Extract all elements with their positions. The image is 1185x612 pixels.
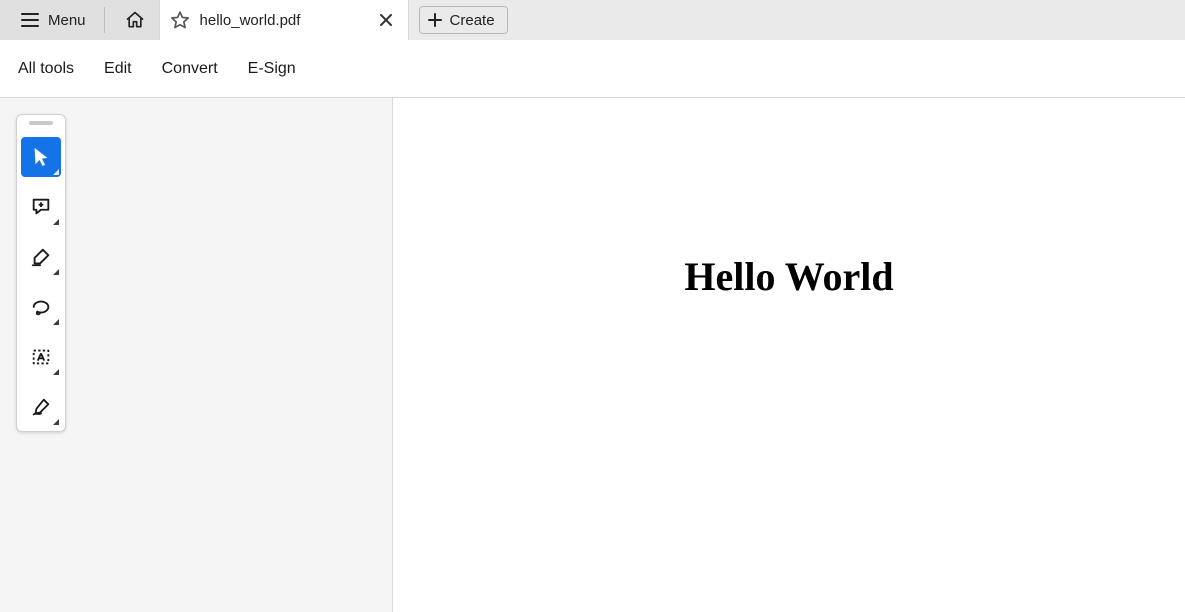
highlighter-icon [30, 246, 52, 268]
text-box-tool[interactable] [21, 337, 61, 377]
document-viewport[interactable]: Hello World [393, 98, 1185, 612]
create-button-wrap: Create [409, 0, 508, 40]
document-tab[interactable]: hello_world.pdf [159, 0, 409, 40]
divider [104, 7, 105, 33]
menu-section: Menu [0, 0, 159, 40]
highlight-tool[interactable] [21, 237, 61, 277]
signature-icon [30, 396, 52, 418]
hamburger-icon [20, 10, 40, 30]
expand-corner-icon [53, 419, 59, 425]
expand-corner-icon [53, 269, 59, 275]
lasso-icon [30, 296, 52, 318]
menu-esign[interactable]: E-Sign [248, 60, 296, 78]
create-button[interactable]: Create [419, 6, 508, 34]
content-area: Hello World [0, 98, 1185, 612]
toolbox [16, 114, 66, 432]
comment-tool[interactable] [21, 187, 61, 227]
menu-button[interactable]: Menu [14, 6, 92, 34]
expand-corner-icon [53, 369, 59, 375]
side-panel [0, 98, 393, 612]
tab-close-button[interactable] [376, 10, 396, 30]
secondary-menubar: All tools Edit Convert E-Sign [0, 40, 1185, 98]
sign-tool[interactable] [21, 387, 61, 427]
plus-icon [428, 13, 442, 27]
expand-corner-icon [53, 319, 59, 325]
menu-label: Menu [48, 12, 86, 29]
title-bar: Menu hello_world.pdf Create [0, 0, 1185, 40]
comment-icon [30, 196, 52, 218]
menu-convert[interactable]: Convert [162, 60, 218, 78]
cursor-icon [30, 146, 52, 168]
draw-tool[interactable] [21, 287, 61, 327]
select-tool[interactable] [21, 137, 61, 177]
text-box-icon [30, 346, 52, 368]
expand-corner-icon [53, 169, 59, 175]
star-icon[interactable] [170, 10, 190, 30]
menu-edit[interactable]: Edit [104, 60, 132, 78]
tab-title: hello_world.pdf [200, 12, 366, 29]
home-button[interactable] [117, 2, 153, 38]
toolbox-drag-handle[interactable] [29, 121, 53, 125]
expand-corner-icon [53, 219, 59, 225]
close-icon [380, 14, 392, 26]
create-label: Create [450, 12, 495, 29]
menu-all-tools[interactable]: All tools [18, 60, 74, 78]
home-icon [125, 10, 145, 30]
document-heading: Hello World [393, 253, 1185, 300]
